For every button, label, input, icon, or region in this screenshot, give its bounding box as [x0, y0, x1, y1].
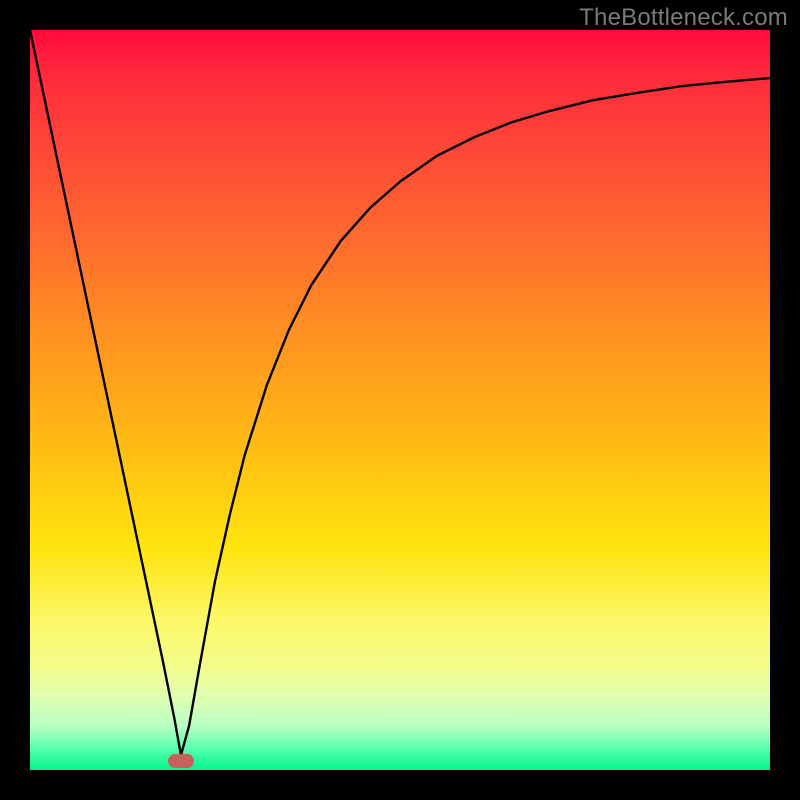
- curve-svg: [30, 30, 770, 770]
- plot-area: [30, 30, 770, 770]
- chart-frame: TheBottleneck.com: [0, 0, 800, 800]
- watermark-text: TheBottleneck.com: [579, 4, 788, 32]
- curve-path: [30, 30, 770, 755]
- vertex-marker: [168, 754, 194, 768]
